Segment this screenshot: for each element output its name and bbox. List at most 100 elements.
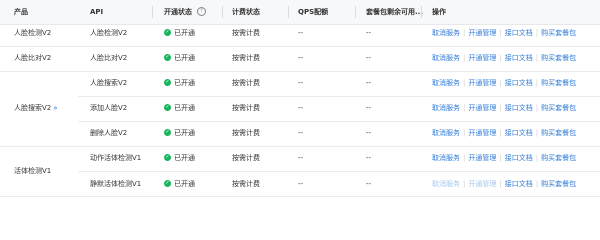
product-label: 人脸比对V2: [14, 54, 52, 62]
package-remaining: --: [366, 29, 372, 37]
action-divider: |: [499, 154, 502, 162]
status-text: 已开通: [174, 79, 195, 87]
product-name: 活体检测V1: [14, 167, 51, 176]
status-text: 已开通: [174, 154, 195, 162]
cancel-service-link[interactable]: 取消服务: [432, 54, 460, 62]
status-badge: ✓ 已开通: [164, 128, 195, 138]
action-divider: |: [463, 129, 466, 137]
buy-package-link[interactable]: 购买套餐包: [541, 79, 576, 87]
buy-package-link[interactable]: 购买套餐包: [541, 29, 576, 37]
check-circle-icon: ✓: [164, 128, 171, 136]
action-divider: |: [463, 104, 466, 112]
qps-quota: --: [298, 154, 304, 162]
status-badge: ✓ 已开通: [164, 153, 195, 163]
api-docs-link[interactable]: 接口文档: [505, 29, 533, 37]
action-divider: |: [463, 180, 466, 188]
action-divider: |: [535, 54, 539, 62]
cancel-service-link[interactable]: 取消服务: [432, 29, 460, 37]
action-divider: |: [499, 104, 502, 112]
product-name: 人脸搜索V2»: [14, 104, 58, 113]
header-qps: QPS配额: [298, 8, 329, 16]
billing-status: 按需计费: [232, 104, 260, 112]
help-icon[interactable]: ?: [197, 6, 206, 16]
row-separator: [78, 71, 600, 72]
manage-link[interactable]: 开通管理: [468, 154, 496, 162]
api-docs-link[interactable]: 接口文档: [505, 180, 533, 188]
api-name: 人脸搜索V2: [90, 79, 128, 87]
status-text: 已开通: [174, 180, 195, 188]
status-badge: ✓ 已开通: [164, 78, 195, 88]
status-text: 已开通: [174, 104, 195, 112]
row-actions: 取消服务 | 开通管理 | 接口文档 | 购买套餐包: [432, 54, 576, 63]
cancel-service-link[interactable]: 取消服务: [432, 79, 460, 87]
qps-quota: --: [298, 54, 304, 62]
check-circle-icon: ✓: [164, 179, 171, 187]
api-name: 人脸检测V2: [90, 29, 128, 37]
action-divider: |: [535, 154, 539, 162]
buy-package-link[interactable]: 购买套餐包: [541, 104, 576, 112]
header-divider: [355, 6, 356, 18]
service-table: 产品 API 开通状态? 计费状态 QPS配额 套餐包剩余可用... 操作 人脸…: [0, 0, 600, 204]
buy-package-link[interactable]: 购买套餐包: [541, 180, 576, 188]
qps-quota: --: [298, 29, 304, 37]
buy-package-link[interactable]: 购买套餐包: [541, 154, 576, 162]
check-circle-icon: ✓: [164, 103, 171, 111]
manage-link[interactable]: 开通管理: [468, 180, 496, 188]
api-docs-link[interactable]: 接口文档: [505, 129, 533, 137]
row-separator: [78, 46, 600, 47]
api-name: 添加人脸V2: [90, 104, 128, 112]
header-divider: [288, 6, 289, 18]
manage-link[interactable]: 开通管理: [468, 29, 496, 37]
package-remaining: --: [366, 79, 372, 87]
cancel-service-link[interactable]: 取消服务: [432, 154, 460, 162]
check-circle-icon: ✓: [164, 53, 171, 61]
api-docs-link[interactable]: 接口文档: [505, 79, 533, 87]
api-name: 静默活体检测V1: [90, 180, 142, 188]
api-name: 人脸比对V2: [90, 54, 128, 62]
billing-status: 按需计费: [232, 129, 260, 137]
cancel-service-link[interactable]: 取消服务: [432, 180, 460, 188]
header-product: 产品: [14, 8, 28, 16]
api-docs-link[interactable]: 接口文档: [505, 154, 533, 162]
row-separator: [78, 96, 600, 97]
product-name: 人脸检测V2: [14, 29, 51, 38]
manage-link[interactable]: 开通管理: [468, 104, 496, 112]
manage-link[interactable]: 开通管理: [468, 79, 496, 87]
status-text: 已开通: [174, 29, 195, 37]
manage-link[interactable]: 开通管理: [468, 129, 496, 137]
status-badge: ✓ 已开通: [164, 179, 195, 189]
row-actions: 取消服务 | 开通管理 | 接口文档 | 购买套餐包: [432, 154, 576, 163]
row-actions: 取消服务 | 开通管理 | 接口文档 | 购买套餐包: [432, 180, 576, 189]
qps-quota: --: [298, 104, 304, 112]
header-package: 套餐包剩余可用...: [366, 8, 423, 16]
header-divider: [222, 6, 223, 18]
status-badge: ✓ 已开通: [164, 103, 195, 113]
action-divider: |: [499, 54, 502, 62]
buy-package-link[interactable]: 购买套餐包: [541, 54, 576, 62]
expand-icon[interactable]: »: [53, 104, 57, 112]
check-circle-icon: ✓: [164, 153, 171, 161]
package-remaining: --: [366, 180, 372, 188]
header-billing: 计费状态: [232, 8, 260, 16]
api-docs-link[interactable]: 接口文档: [505, 104, 533, 112]
row-actions: 取消服务 | 开通管理 | 接口文档 | 购买套餐包: [432, 104, 576, 113]
cancel-service-link[interactable]: 取消服务: [432, 129, 460, 137]
buy-package-link[interactable]: 购买套餐包: [541, 129, 576, 137]
row-separator: [78, 146, 600, 147]
action-divider: |: [499, 180, 502, 188]
header-ops: 操作: [432, 8, 446, 16]
check-circle-icon: ✓: [164, 78, 171, 86]
action-divider: |: [499, 29, 502, 37]
check-circle-icon: ✓: [164, 28, 171, 36]
action-divider: |: [463, 79, 466, 87]
header-status: 开通状态?: [164, 0, 206, 24]
header-divider: [421, 6, 422, 18]
action-divider: |: [463, 154, 466, 162]
api-docs-link[interactable]: 接口文档: [505, 54, 533, 62]
package-remaining: --: [366, 154, 372, 162]
action-divider: |: [535, 129, 539, 137]
action-divider: |: [499, 129, 502, 137]
manage-link[interactable]: 开通管理: [468, 54, 496, 62]
header-api: API: [90, 8, 104, 16]
cancel-service-link[interactable]: 取消服务: [432, 104, 460, 112]
